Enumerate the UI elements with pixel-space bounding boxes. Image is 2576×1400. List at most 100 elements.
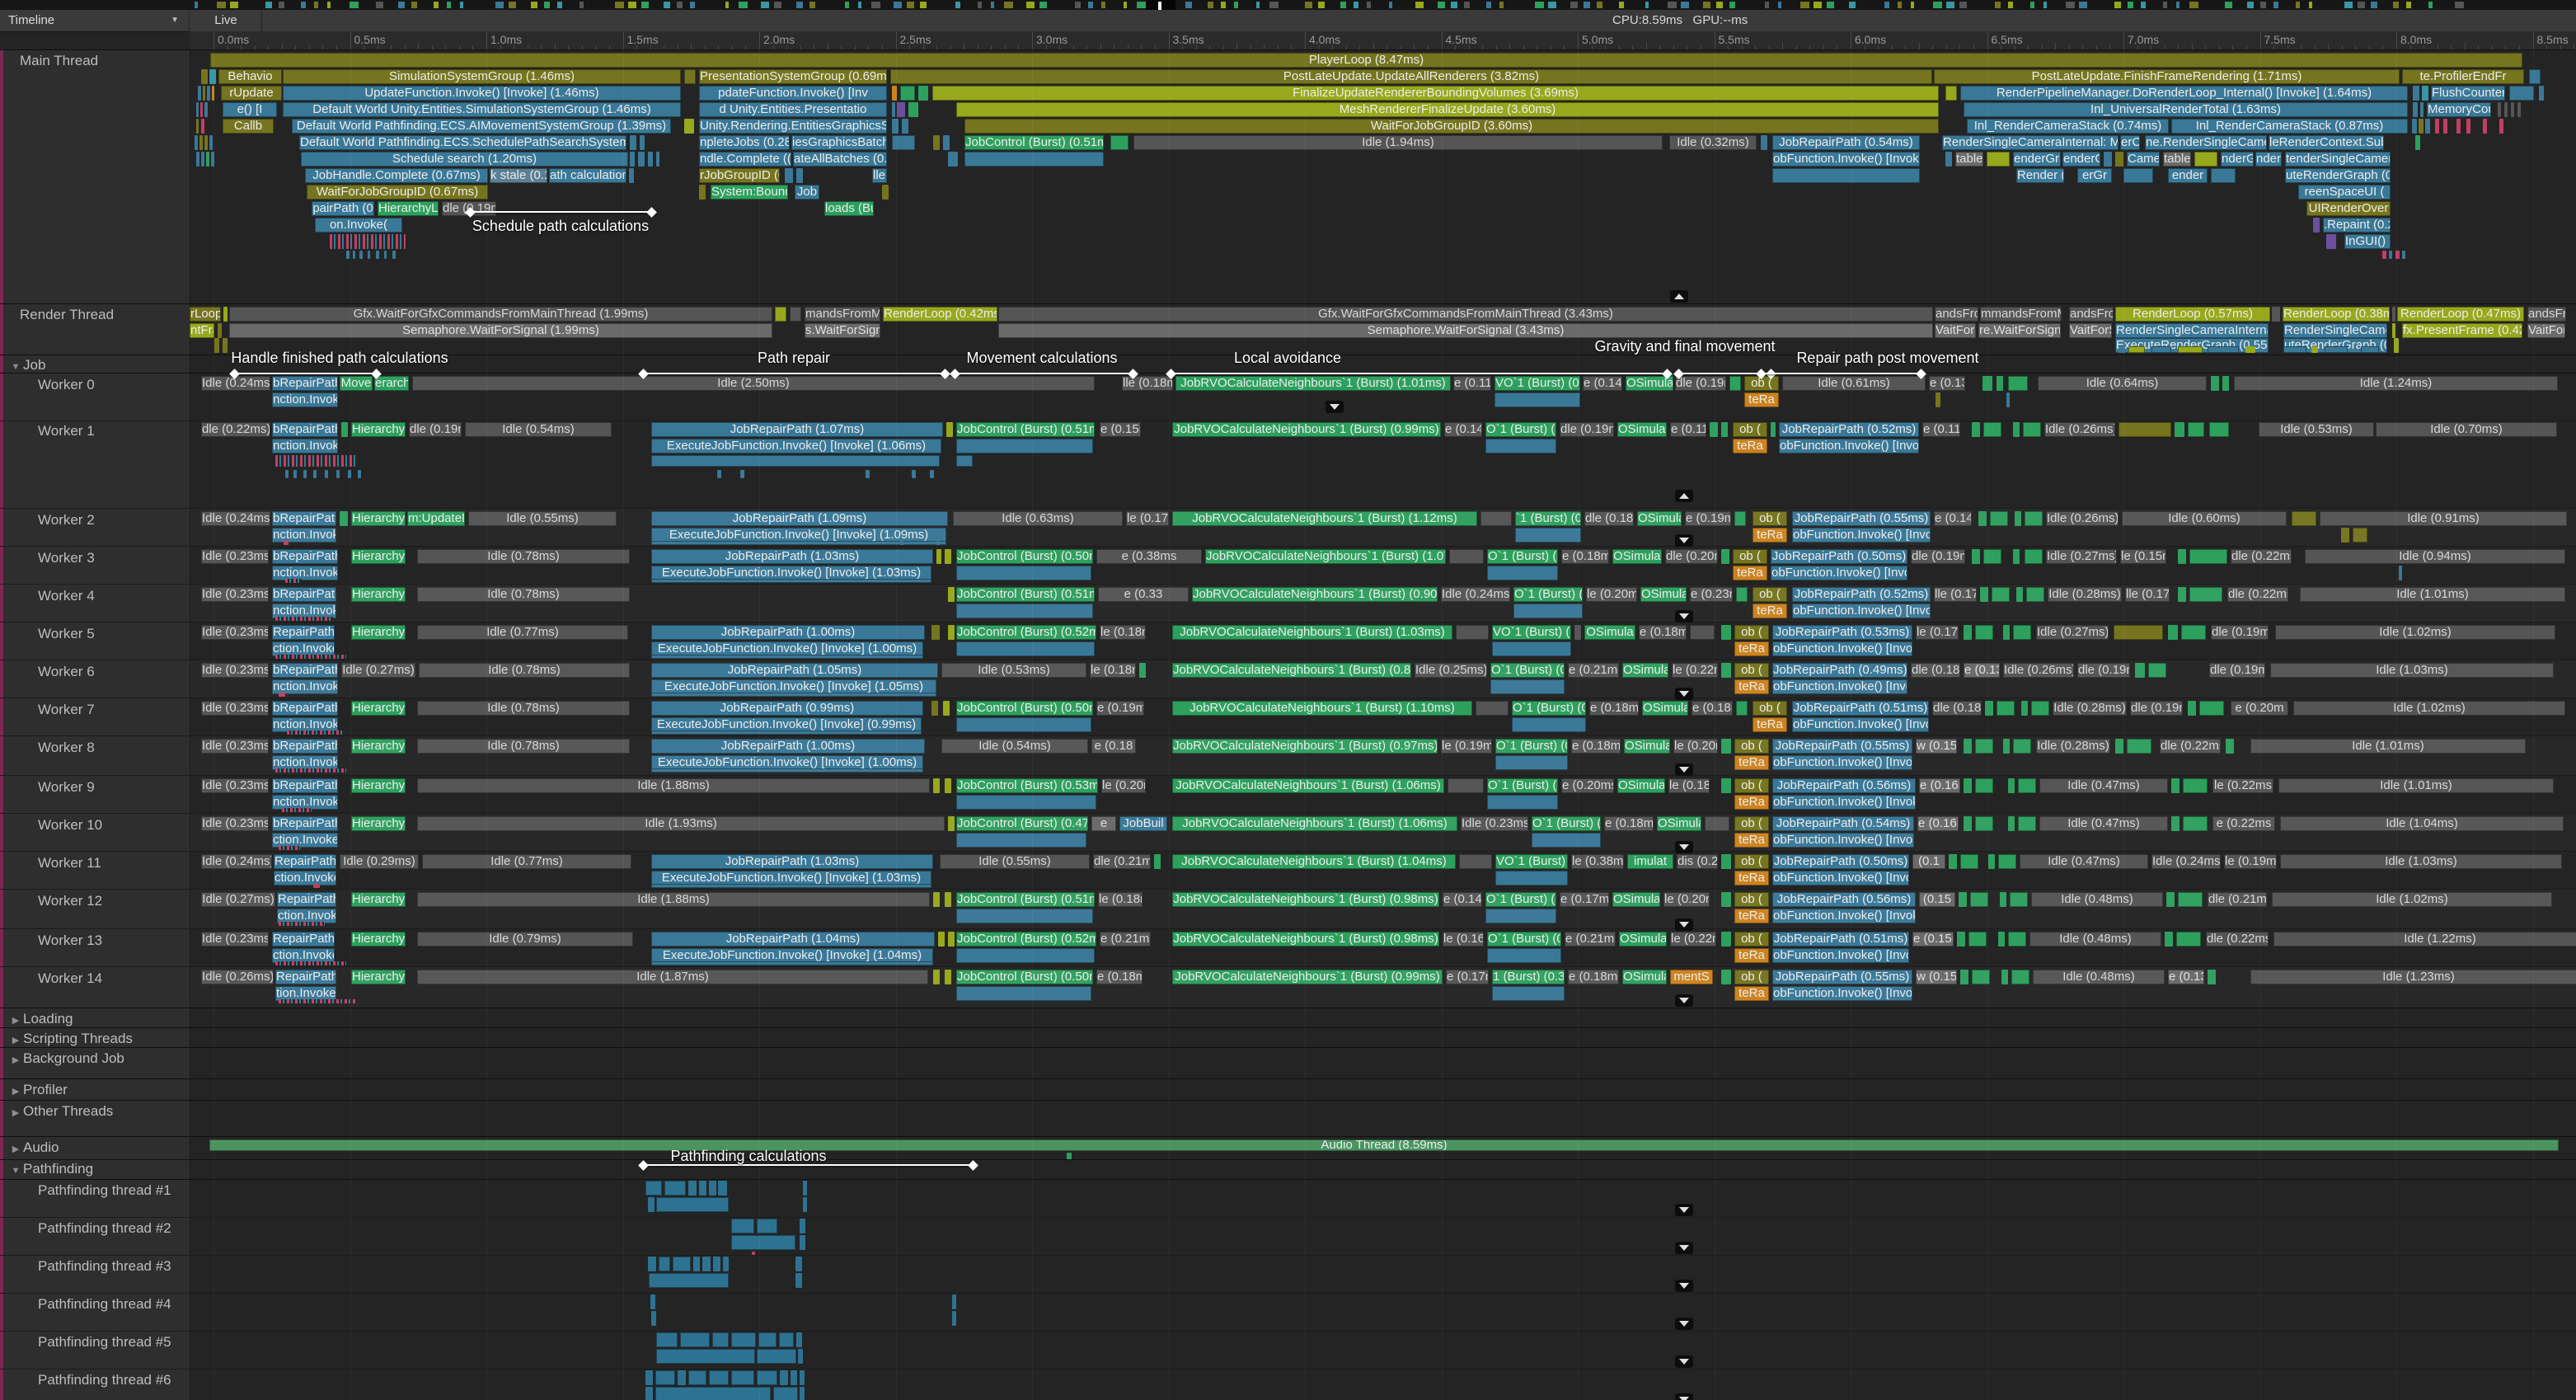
time-ruler[interactable]: 0.0ms0.5ms1.0ms1.5ms2.0ms2.5ms3.0ms3.5ms… <box>190 31 2576 50</box>
timeline-span-loads-bu[interactable]: loads (Bu <box>824 201 874 216</box>
timeline-span[interactable] <box>775 307 786 322</box>
timeline-span[interactable] <box>800 1387 805 1400</box>
timeline-span[interactable] <box>796 1332 802 1347</box>
timeline-span-d-unity-entities-presentatio[interactable]: d Unity.Entities.Presentatio <box>699 102 887 117</box>
timeline-span[interactable] <box>680 1332 710 1347</box>
timeline-span[interactable] <box>790 307 801 322</box>
timeline-span[interactable] <box>1721 422 1728 437</box>
timeline-span[interactable] <box>2104 152 2112 167</box>
timeline-span-ntfram[interactable]: ntFram <box>190 323 214 338</box>
timeline-span[interactable] <box>699 185 706 200</box>
flow-down-arrow[interactable] <box>1675 918 1693 931</box>
timeline-span-e-0-18ms[interactable]: e (0.18ms <box>1561 549 1609 564</box>
timeline-span-o-1-burst-0[interactable]: O`1 (Burst) (0 <box>1487 549 1558 564</box>
timeline-span-hierarchylo[interactable]: HierarchyLo <box>351 701 406 716</box>
timeline-span[interactable] <box>688 1370 706 1385</box>
timeline-span[interactable] <box>948 932 955 947</box>
timeline-span[interactable] <box>2171 778 2180 793</box>
timeline-span-o-1-burst-0-2[interactable]: O`1 (Burst) (0.2 <box>1512 701 1586 716</box>
timeline-span-ateallbatches-0-3[interactable]: ateAllBatches (0.3 <box>793 152 887 167</box>
timeline-span[interactable] <box>207 86 210 101</box>
timeline-span-brepairpath-0-33m[interactable]: bRepairPath (0.33m <box>272 549 338 564</box>
timeline-span-endergr[interactable]: enderGr <box>2062 152 2100 167</box>
timeline-span[interactable] <box>1988 854 1995 869</box>
timeline-span[interactable] <box>648 1197 655 1212</box>
timeline-span[interactable] <box>651 731 922 735</box>
timeline-span-ob[interactable]: ob ( <box>1734 932 1769 947</box>
timeline-span[interactable] <box>943 135 950 150</box>
timeline-span[interactable] <box>866 470 870 478</box>
timeline-span-jobrvocalculateneighbours-1-burst-1-06ms[interactable]: JobRVOCalculateNeighbours`1 (Burst) (1.0… <box>1172 778 1444 793</box>
timeline-span[interactable] <box>2183 778 2208 793</box>
timeline-span-jobrepairpath-0-50ms[interactable]: JobRepairPath (0.50ms) <box>1772 854 1909 869</box>
timeline-span[interactable] <box>201 69 208 84</box>
timeline-span-le-0-20m[interactable]: le (0.20m <box>1101 778 1146 793</box>
timeline-span-idle-0-48ms[interactable]: Idle (0.48ms) <box>2029 932 2161 947</box>
timeline-span[interactable] <box>945 549 951 564</box>
flow-down-arrow[interactable] <box>1675 688 1693 700</box>
timeline-span[interactable] <box>684 119 694 134</box>
timeline-span[interactable] <box>2413 86 2419 101</box>
timeline-span[interactable] <box>629 168 634 183</box>
flow-down-arrow[interactable] <box>1675 610 1693 622</box>
timeline-span-o-1-burst-0[interactable]: O`1 (Burst) (0 <box>1485 422 1556 437</box>
timeline-span-le-0-38ms[interactable]: le (0.38ms <box>1571 854 1624 869</box>
timeline-span-osimulat[interactable]: OSimulat <box>1617 422 1667 437</box>
timeline-span-tera[interactable]: teRa <box>1734 795 1769 810</box>
timeline-span[interactable] <box>918 86 928 101</box>
timeline-span[interactable] <box>2008 376 2028 391</box>
timeline-span-renderloop-0-57ms[interactable]: RenderLoop (0.57ms) <box>2115 307 2270 322</box>
timeline-span[interactable] <box>2008 778 2015 793</box>
timeline-span[interactable] <box>2499 119 2503 134</box>
timeline-span[interactable] <box>1771 422 1776 437</box>
timeline-span[interactable] <box>1997 376 2003 391</box>
timeline-span-idle-1-22ms[interactable]: Idle (1.22ms) <box>2273 932 2576 947</box>
timeline-span-nderg[interactable]: nderG <box>2221 152 2254 167</box>
timeline-span-e-0-11n[interactable]: e (0.11n <box>1453 376 1491 391</box>
timeline-span-tera[interactable]: teRa <box>1734 871 1769 886</box>
timeline-span-jobrepairpath-0-51ms[interactable]: JobRepairPath (0.51ms) <box>1772 932 1909 947</box>
timeline-span-hierarchylo[interactable]: HierarchyLo <box>351 625 406 640</box>
timeline-span-nction-invoke-inv[interactable]: nction.Invoke() [Inv <box>272 392 338 407</box>
timeline-span[interactable] <box>1936 392 1940 407</box>
timeline-span-vaitforsig[interactable]: VaitForSig <box>2069 323 2112 338</box>
timeline-span-nction-invoke-inv[interactable]: nction.Invoke() [Inv <box>272 566 338 580</box>
timeline-span[interactable] <box>1487 948 1561 963</box>
timeline-span[interactable] <box>2008 932 2026 947</box>
timeline-span[interactable] <box>2023 422 2041 437</box>
timeline-span[interactable] <box>214 338 219 353</box>
timeline-span[interactable] <box>757 1349 796 1364</box>
timeline-span[interactable] <box>1721 625 1731 640</box>
timeline-span[interactable] <box>651 884 931 888</box>
timeline-span-obfunction-invoke-invoke[interactable]: obFunction.Invoke() [Invoke] <box>1771 566 1907 580</box>
timeline-span[interactable] <box>930 470 934 478</box>
timeline-span[interactable] <box>2013 549 2020 564</box>
timeline-span-obfunction-invoke-invoke[interactable]: obFunction.Invoke() [Invoke] <box>1772 641 1912 656</box>
timeline-span[interactable] <box>1736 701 1748 716</box>
timeline-span-jobrepairpath-0-53ms[interactable]: JobRepairPath (0.53ms) <box>1772 625 1912 640</box>
timeline-span-e-0-18ms[interactable]: e (0.18ms <box>1692 701 1733 716</box>
timeline-span-repaint-0-24[interactable]: .Repaint (0.24 <box>2323 218 2391 233</box>
timeline-span-presentationsystemgroup-0-69ms[interactable]: PresentationSystemGroup (0.69ms) <box>699 69 887 84</box>
flow-down-arrow[interactable] <box>1675 1393 1693 1400</box>
timeline-span-osimulat[interactable]: OSimulat <box>1619 932 1667 947</box>
timeline-span-idle-0-78ms[interactable]: Idle (0.78ms) <box>417 549 630 564</box>
timeline-span-idle-0-24ms[interactable]: Idle (0.24ms) <box>2151 854 2221 869</box>
timeline-span-rloop-0[interactable]: rLoop (0 <box>190 307 221 322</box>
timeline-span[interactable] <box>717 470 721 478</box>
timeline-span[interactable] <box>956 795 1096 810</box>
timeline-span-renderloop-0-38ms[interactable]: RenderLoop (0.38ms) <box>2283 307 2390 322</box>
flow-down-arrow[interactable] <box>1675 763 1693 776</box>
timeline-span[interactable] <box>948 625 955 640</box>
timeline-span-vo-1-burst-0-3[interactable]: VO`1 (Burst) (0.3 <box>1492 625 1571 640</box>
timeline-span[interactable] <box>2389 251 2392 259</box>
timeline-span[interactable] <box>803 1197 807 1212</box>
timeline-span[interactable] <box>313 884 320 888</box>
timeline-span-inl-rendercamerastack-0-74ms[interactable]: Inl_RenderCameraStack (0.74ms) <box>1967 119 2169 134</box>
timeline-span[interactable] <box>780 1370 788 1385</box>
live-button[interactable]: Live <box>190 10 262 31</box>
timeline-span[interactable] <box>1721 549 1729 564</box>
timeline-span[interactable] <box>1110 135 1128 150</box>
timeline-span-dle-0-19ms[interactable]: dle (0.19ms <box>1560 422 1614 437</box>
timeline-span[interactable] <box>655 1387 771 1400</box>
